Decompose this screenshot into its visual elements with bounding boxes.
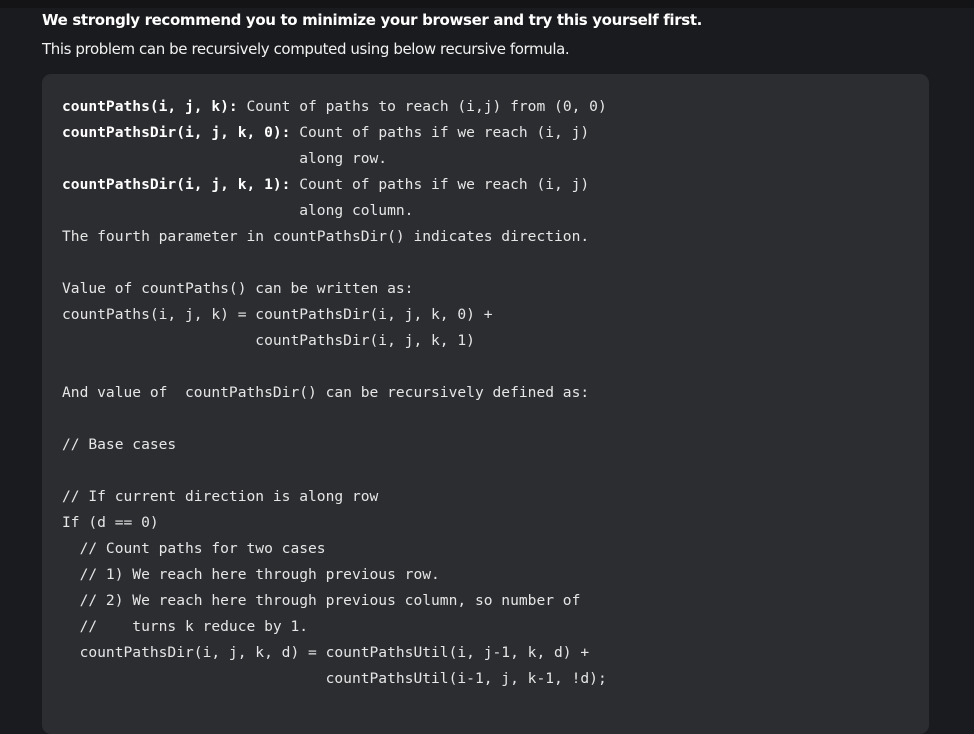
code-text-segment: Value of countPaths() can be written as:	[62, 280, 414, 297]
code-term: countPathsDir(i, j, k, 1):	[62, 176, 291, 193]
code-text-segment: Count of paths if we reach (i, j)	[290, 124, 590, 141]
code-line: countPaths(i, j, k) = countPathsDir(i, j…	[62, 302, 607, 328]
code-text-segment: countPaths(i, j, k) = countPathsDir(i, j…	[62, 306, 493, 323]
code-line: countPathsDir(i, j, k, 0): Count of path…	[62, 120, 607, 146]
code-block: countPaths(i, j, k): Count of paths to r…	[42, 74, 929, 734]
code-text-segment: countPathsDir(i, j, k, 1)	[62, 332, 475, 349]
code-line: countPathsUtil(i-1, j, k-1, !d);	[62, 666, 607, 692]
code-text-segment: Count of paths if we reach (i, j)	[290, 176, 590, 193]
code-text-segment: along row.	[62, 150, 388, 167]
code-term: countPathsDir(i, j, k, 0):	[62, 124, 291, 141]
code-text-segment: // turns k reduce by 1.	[62, 618, 309, 635]
code-text-segment: And value of countPathsDir() can be recu…	[62, 384, 590, 401]
code-text-segment: // If current direction is along row	[62, 488, 379, 505]
code-text-segment: Count of paths to reach (i,j) from (0, 0…	[237, 98, 607, 115]
code-line: // If current direction is along row	[62, 484, 607, 510]
top-band	[0, 0, 974, 8]
code-text-segment: // Count paths for two cases	[62, 540, 326, 557]
code-line: // Base cases	[62, 432, 607, 458]
code-text-segment: // 1) We reach here through previous row…	[62, 566, 440, 583]
code-line: And value of countPathsDir() can be recu…	[62, 380, 607, 406]
code-term: countPaths(i, j, k):	[62, 98, 238, 115]
code-text-segment: // Base cases	[62, 436, 177, 453]
code-line: countPathsDir(i, j, k, d) = countPathsUt…	[62, 640, 607, 666]
code-line: along row.	[62, 146, 607, 172]
article-heading: We strongly recommend you to minimize yo…	[42, 11, 703, 29]
code-line: Value of countPaths() can be written as:	[62, 276, 607, 302]
code-line: The fourth parameter in countPathsDir() …	[62, 224, 607, 250]
code-text-segment: If (d == 0)	[62, 514, 159, 531]
code-line: countPaths(i, j, k): Count of paths to r…	[62, 94, 607, 120]
code-line: If (d == 0)	[62, 510, 607, 536]
code-text: countPaths(i, j, k): Count of paths to r…	[62, 94, 607, 692]
code-line: // 2) We reach here through previous col…	[62, 588, 607, 614]
code-line: along column.	[62, 198, 607, 224]
code-text-segment: along column.	[62, 202, 414, 219]
code-text-segment: // 2) We reach here through previous col…	[62, 592, 581, 609]
code-line: // Count paths for two cases	[62, 536, 607, 562]
code-text-segment: The fourth parameter in countPathsDir() …	[62, 228, 590, 245]
code-line: countPathsDir(i, j, k, 1): Count of path…	[62, 172, 607, 198]
code-text-segment: countPathsDir(i, j, k, d) = countPathsUt…	[62, 644, 590, 661]
article-intro: This problem can be recursively computed…	[42, 40, 570, 58]
code-text-segment: countPathsUtil(i-1, j, k-1, !d);	[62, 670, 607, 687]
code-line: // turns k reduce by 1.	[62, 614, 607, 640]
code-line: countPathsDir(i, j, k, 1)	[62, 328, 607, 354]
code-line: // 1) We reach here through previous row…	[62, 562, 607, 588]
